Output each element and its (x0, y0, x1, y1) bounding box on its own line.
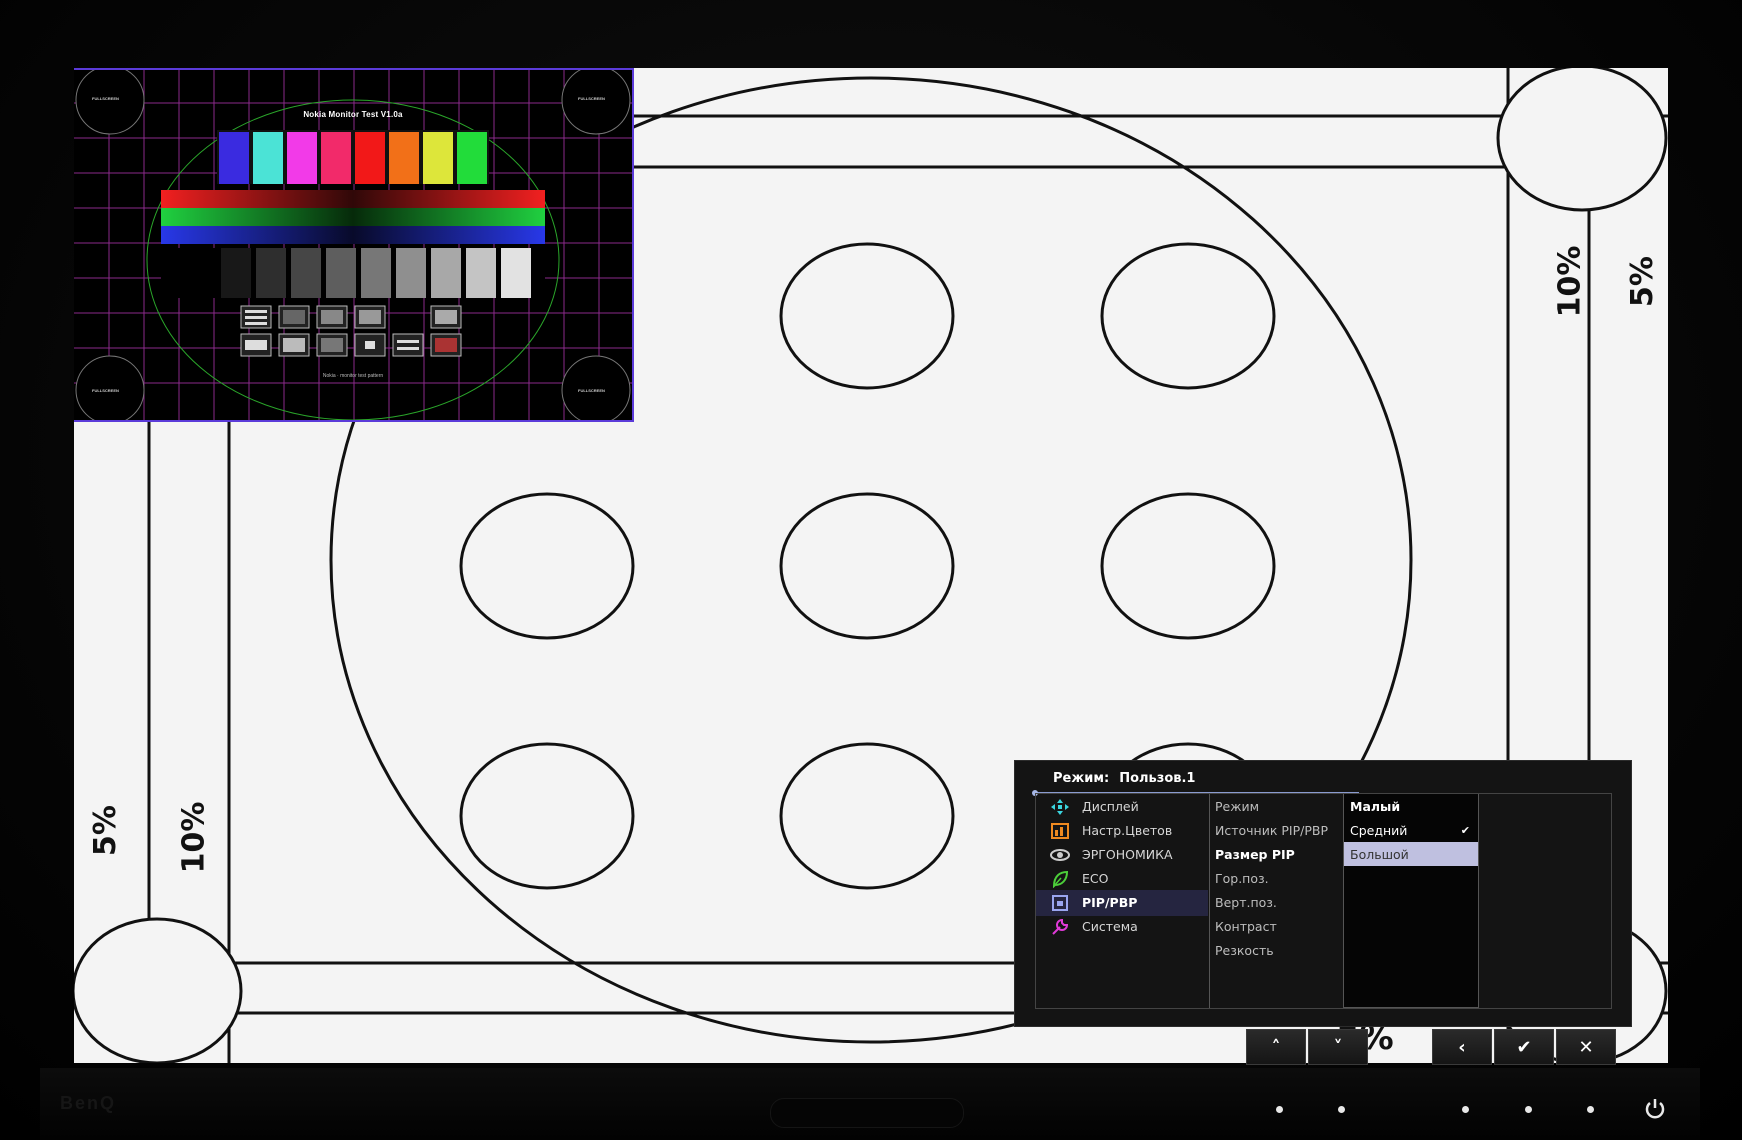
osd-menu-label-pip: PIP/PBP (1082, 895, 1138, 910)
osd-submenu-sharpness[interactable]: Резкость (1210, 938, 1343, 964)
circle-r3c2 (779, 742, 955, 890)
osd-option-empty-2 (1344, 890, 1478, 916)
osd-main-menu: Дисплей Настр.Цветов ЭРГОНОМИКА ECO PIP/… (1036, 794, 1210, 1008)
osd-key-hints: ˄ ˅ ‹ ✔ ✕ (1246, 1029, 1616, 1065)
pip-icon (1052, 895, 1068, 911)
osd-option-small[interactable]: Малый (1344, 794, 1478, 820)
pip-corner-label-bl: FULLSCREEN (92, 388, 119, 393)
pip-corner-label-br: FULLSCREEN (578, 388, 605, 393)
leaf-icon (1052, 870, 1069, 888)
osd-menu-label-system: Система (1082, 919, 1138, 934)
circle-r1c2 (779, 242, 955, 390)
osd-option-empty-4 (1344, 938, 1478, 964)
key-back-button[interactable]: ‹ (1432, 1029, 1492, 1065)
pip-test-image (74, 70, 632, 420)
stand-neck (770, 1098, 964, 1128)
osd-menu-item-display[interactable]: Дисплей (1036, 794, 1208, 820)
osd-mode-header: Режим: Пользов.1 (1053, 771, 1195, 786)
osd-menu: Режим: Пользов.1 Дисплей Настр.Цветов ЭРГ… (1014, 760, 1632, 1027)
check-icon: ✔ (1460, 824, 1470, 837)
osd-submenu-contrast[interactable]: Контраст (1210, 914, 1343, 940)
osd-submenu-source[interactable]: Источник PIP/PBP (1210, 818, 1343, 844)
pct-label-5-right: 5% (1624, 256, 1660, 307)
corner-circle-bottom-left (74, 917, 243, 1063)
key-ok-button[interactable]: ✔ (1494, 1029, 1554, 1065)
circle-r2c2 (779, 492, 955, 640)
bezel-button-1[interactable] (1276, 1106, 1283, 1113)
osd-menu-label-color: Настр.Цветов (1082, 823, 1173, 838)
circle-r3c1 (459, 742, 635, 890)
osd-option-large[interactable]: Большой (1344, 842, 1478, 868)
circle-r2c3 (1100, 492, 1276, 640)
color-settings-icon (1051, 823, 1069, 839)
osd-mode-value: Пользов.1 (1119, 771, 1196, 786)
key-close-button[interactable]: ✕ (1556, 1029, 1616, 1065)
osd-menu-item-eco[interactable]: ECO (1036, 866, 1208, 892)
osd-submenu-h-position[interactable]: Гор.поз. (1210, 866, 1343, 892)
pct-label-5-left: 5% (87, 805, 123, 856)
osd-menu-item-color[interactable]: Настр.Цветов (1036, 818, 1208, 844)
corner-circle-top-right (1496, 68, 1668, 212)
osd-menu-label-display: Дисплей (1082, 799, 1139, 814)
osd-option-medium[interactable]: Средний ✔ (1344, 818, 1478, 844)
osd-menu-item-system[interactable]: Система (1036, 914, 1208, 940)
brand-logo: BenQ (60, 1093, 117, 1113)
osd-menu-label-ergonomics: ЭРГОНОМИКА (1082, 847, 1173, 862)
osd-pip-submenu: Режим Источник PIP/PBP Размер PIP Гор.по… (1210, 794, 1344, 1008)
osd-frame: Дисплей Настр.Цветов ЭРГОНОМИКА ECO PIP/… (1035, 793, 1612, 1009)
pip-corner-label-tr: FULLSCREEN (578, 96, 605, 101)
osd-menu-item-ergonomics[interactable]: ЭРГОНОМИКА (1036, 842, 1208, 868)
bezel-button-4[interactable] (1525, 1106, 1532, 1113)
osd-menu-item-pip[interactable]: PIP/PBP (1036, 890, 1208, 916)
osd-submenu-pip-size[interactable]: Размер PIP (1210, 842, 1343, 868)
osd-size-options: Малый Средний ✔ Большой (1344, 794, 1479, 1008)
key-down-button[interactable]: ˅ (1308, 1029, 1368, 1065)
display-icon (1051, 799, 1069, 815)
osd-option-empty-1 (1344, 866, 1478, 892)
pip-test-title: Nokia Monitor Test V1.0a (303, 110, 403, 119)
osd-menu-label-eco: ECO (1082, 871, 1109, 886)
circle-r1c3 (1100, 242, 1276, 390)
pct-label-10-left: 10% (176, 801, 212, 874)
osd-option-empty-5 (1344, 962, 1478, 1008)
eye-icon (1050, 849, 1070, 861)
osd-submenu-mode[interactable]: Режим (1210, 794, 1343, 820)
key-up-button[interactable]: ˄ (1246, 1029, 1306, 1065)
pct-label-10-right: 10% (1552, 245, 1588, 318)
pip-test-footer: Nokia · monitor test pattern (322, 373, 384, 379)
osd-option-medium-label: Средний (1350, 823, 1408, 838)
osd-option-empty-3 (1344, 914, 1478, 940)
pip-window[interactable]: Nokia Monitor Test V1.0a Nokia · monitor… (74, 68, 634, 422)
bezel-button-2[interactable] (1338, 1106, 1345, 1113)
bezel-button-3[interactable] (1462, 1106, 1469, 1113)
pip-corner-label-tl: FULLSCREEN (92, 96, 119, 101)
wrench-icon (1052, 918, 1069, 935)
circle-r2c1 (459, 492, 635, 640)
osd-mode-label: Режим: (1053, 771, 1110, 786)
power-icon[interactable] (1643, 1097, 1667, 1121)
osd-submenu-v-position[interactable]: Верт.поз. (1210, 890, 1343, 916)
bezel-button-5[interactable] (1587, 1106, 1594, 1113)
